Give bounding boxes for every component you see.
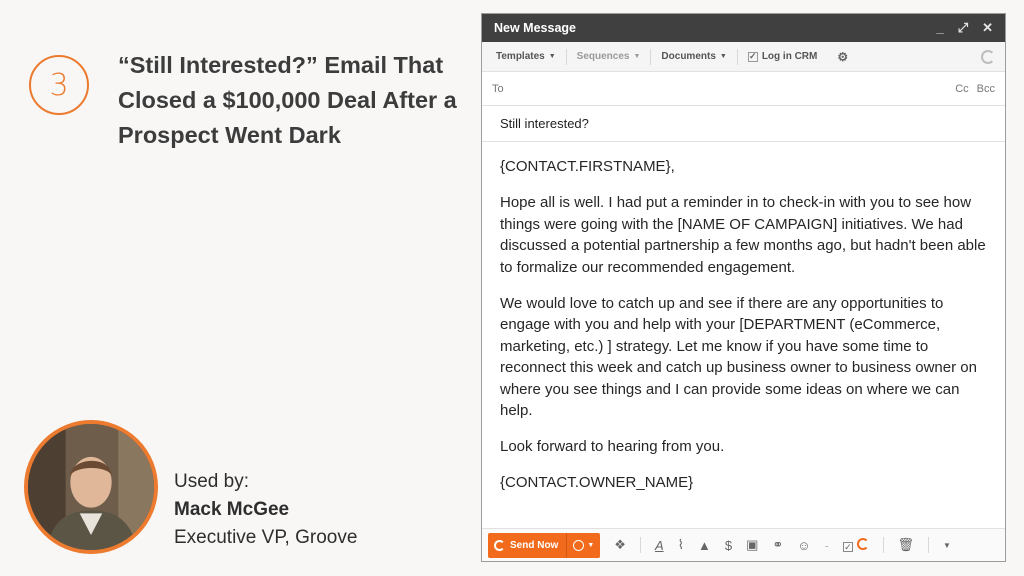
divider (639, 537, 641, 553)
attachment-icon[interactable]: ⌇ (678, 537, 684, 553)
more-separator: - (824, 537, 829, 553)
person-photo (28, 424, 154, 550)
email-paragraph-1: Hope all is well. I had put a reminder i… (500, 194, 986, 276)
cc-link[interactable]: Cc (955, 83, 968, 95)
bcc-link[interactable]: Bcc (977, 83, 995, 95)
sequences-dropdown[interactable]: Sequences ▼ (576, 48, 652, 65)
trash-icon[interactable]: 🗑 (898, 537, 915, 553)
log-in-crm-toggle[interactable]: ✓ Log in CRM (747, 49, 828, 65)
compose-window: New Message _ ⤢ ✕ Templates ▼ Sequences ▼ … (481, 13, 1006, 562)
compose-bottombar: Send Now ▼ ❖ A ⌇ ▲ $ ▣ ⚭ ☺ - ✓ 🗑 ▼ (482, 528, 1005, 561)
compose-titlebar: New Message _ ⤢ ✕ (482, 14, 1005, 42)
checkbox-icon[interactable]: ✓ (747, 51, 758, 62)
gear-icon[interactable]: ⚙ (837, 50, 848, 64)
checkbox-icon: ✓ (842, 541, 853, 552)
templates-dropdown[interactable]: Templates ▼ (496, 48, 567, 65)
send-now-label: Send Now (510, 539, 559, 551)
schedule-send-button[interactable]: ▼ (567, 533, 600, 558)
templates-label: Templates (496, 51, 545, 62)
money-icon[interactable]: $ (725, 538, 732, 553)
link-icon[interactable]: ⚭ (772, 537, 783, 553)
send-button-group: Send Now ▼ (488, 532, 601, 558)
email-signature: {CONTACT.OWNER_NAME} (500, 474, 694, 491)
chevron-down-icon: ▼ (719, 53, 727, 60)
log-in-crm-label: Log in CRM (761, 51, 818, 62)
dropbox-icon[interactable]: ❖ (614, 537, 626, 553)
divider (882, 537, 884, 553)
clock-icon (573, 539, 585, 551)
compose-toolbar: Templates ▼ Sequences ▼ Documents ▼ ✓ Log i… (482, 42, 1005, 72)
refresh-icon[interactable] (981, 49, 995, 64)
email-paragraph-3: Look forward to hearing from you. (500, 438, 725, 455)
subject-value: Still interested? (500, 116, 589, 131)
text-format-icon[interactable]: A (655, 538, 664, 553)
slide-headline: “Still Interested?” Email That Closed a … (118, 52, 457, 148)
minimize-icon[interactable]: _ (936, 20, 943, 36)
send-now-button[interactable]: Send Now (488, 532, 568, 558)
more-options-icon[interactable]: ▼ (943, 541, 951, 550)
to-field[interactable]: To Cc Bcc (482, 72, 1005, 106)
divider (928, 537, 930, 553)
crm-log-toggle[interactable]: ✓ (842, 537, 869, 553)
groove-logo-icon (494, 539, 505, 551)
avatar (24, 420, 158, 554)
email-greeting: {CONTACT.FIRSTNAME}, (500, 158, 675, 175)
documents-dropdown[interactable]: Documents ▼ (661, 48, 738, 65)
chevron-down-icon: ▼ (548, 53, 556, 60)
documents-label: Documents (661, 51, 716, 62)
chevron-down-icon: ▼ (633, 53, 641, 60)
compose-title: New Message (494, 21, 576, 35)
used-by-label: Used by: (174, 471, 249, 492)
sequences-label: Sequences (576, 51, 630, 62)
person-name: Mack McGee (174, 499, 290, 520)
step-number-badge: 3 (29, 55, 89, 115)
close-icon[interactable]: ✕ (982, 20, 993, 36)
drive-icon[interactable]: ▲ (698, 538, 711, 553)
subject-field[interactable]: Still interested? (482, 106, 1005, 142)
groove-logo-icon (856, 537, 869, 550)
emoji-icon[interactable]: ☺ (797, 538, 810, 553)
expand-icon[interactable]: ⤢ (958, 20, 968, 36)
email-paragraph-2: We would love to catch up and see if the… (500, 294, 977, 420)
chevron-down-icon: ▼ (587, 541, 595, 549)
image-icon[interactable]: ▣ (746, 537, 758, 553)
email-body-editor[interactable]: {CONTACT.FIRSTNAME}, Hope all is well. I… (482, 142, 1005, 494)
person-title: Executive VP, Groove (174, 527, 358, 548)
to-label: To (492, 82, 504, 95)
used-by-block: Used by: Mack McGee Executive VP, Groove (174, 468, 357, 552)
